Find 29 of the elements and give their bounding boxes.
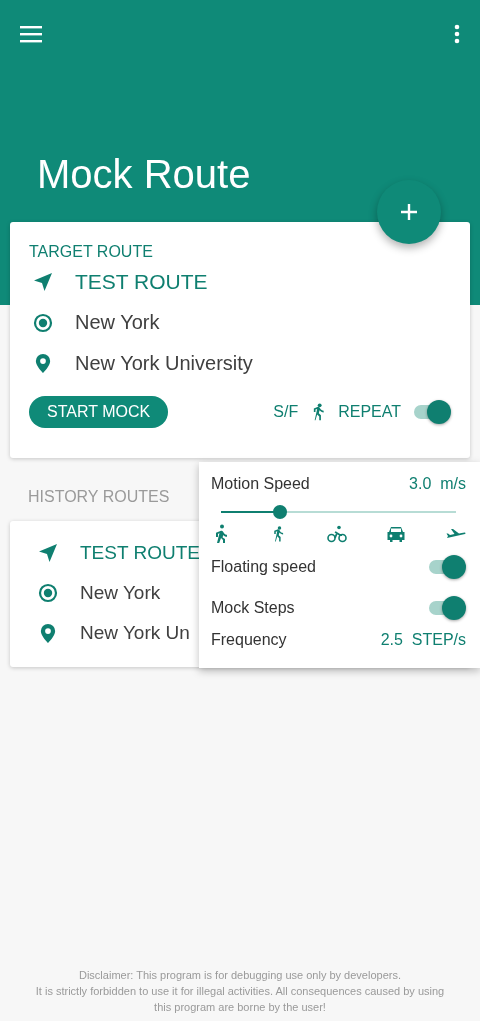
walking-person-icon[interactable] xyxy=(213,524,229,544)
route-name: TEST ROUTE xyxy=(75,269,208,294)
car-icon[interactable] xyxy=(386,526,407,542)
disclaimer-text: It is strictly forbidden to use it for illegal activities. All consequences caused by using xyxy=(34,984,446,999)
more-icon[interactable] xyxy=(454,24,460,44)
toggle-label: Floating speed xyxy=(211,557,316,576)
disclaimer-text: Disclaimer: This program is for debugging use only by developers. xyxy=(78,968,402,983)
airplane-icon[interactable] xyxy=(446,528,466,540)
frequency-label: Frequency xyxy=(211,631,287,649)
start-mock-button[interactable]: START MOCK xyxy=(29,396,169,428)
app-title: Mock Route xyxy=(37,152,251,197)
disclaimer-text: this program are borne by the user! xyxy=(153,1000,327,1015)
start-location: New York xyxy=(75,311,160,334)
toggle-label: Mock Steps xyxy=(211,598,295,617)
menu-icon[interactable] xyxy=(20,25,44,43)
repeat-label: REPEAT xyxy=(338,403,401,421)
speed-slider[interactable] xyxy=(221,505,456,519)
plus-icon xyxy=(399,202,419,222)
motion-speed-label: Motion Speed xyxy=(211,475,310,493)
sf-label: S/F xyxy=(273,403,299,421)
start-location: New York xyxy=(80,582,161,604)
section-heading: HISTORY ROUTES xyxy=(28,488,171,506)
bicycle-icon[interactable] xyxy=(326,525,347,543)
end-location: New York University xyxy=(75,352,253,375)
route-name: TEST ROUTE xyxy=(80,542,200,564)
section-heading: TARGET ROUTE xyxy=(29,243,153,261)
frequency-value: 2.5 STEP/s xyxy=(380,631,466,649)
speed-value: 3.0 m/s xyxy=(409,475,466,493)
end-location: New York Un xyxy=(80,622,190,644)
